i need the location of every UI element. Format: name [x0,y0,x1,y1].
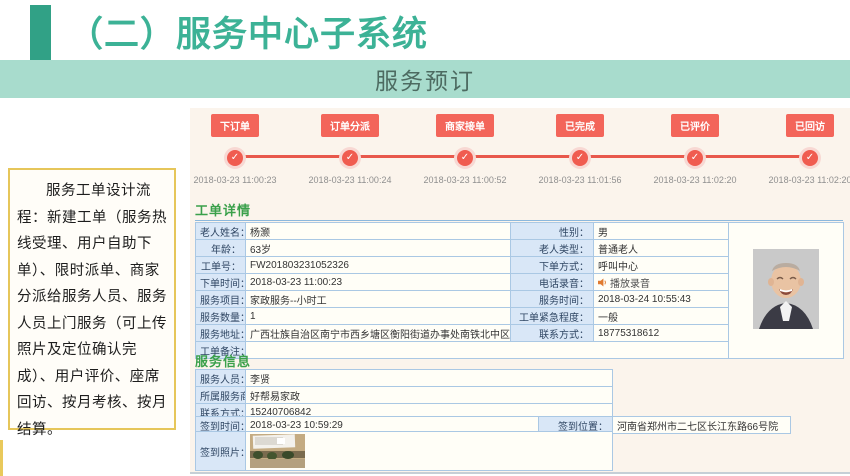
yellow-edge-accent [0,440,3,476]
table-row: 老人姓名： 杨灏 性别： 男 [196,223,844,240]
play-recording-label: 播放录音 [610,275,650,290]
timeline-step-1: 下订单 ✓ 2018-03-23 11:00:23 [180,114,290,185]
check-icon: ✓ [457,150,473,166]
field-value: 1 [246,308,511,325]
speaker-icon [598,278,607,287]
table-row: 所属服务商： 好帮易家政 [196,387,613,404]
check-icon: ✓ [227,150,243,166]
field-value: 63岁 [246,240,511,257]
check-icon: ✓ [802,150,818,166]
process-note-box: 服务工单设计流程：新建工单（服务热线受理、用户自助下单）、限时派单、商家分派给服… [8,168,176,430]
field-value: 好帮易家政 [246,387,613,404]
check-icon: ✓ [572,150,588,166]
field-value: 杨灏 [246,223,511,240]
order-detail-panel: 下订单 ✓ 2018-03-23 11:00:23 订单分派 ✓ 2018-03… [190,108,850,474]
field-value [246,342,729,359]
step-completed-button[interactable]: 已完成 [556,114,604,137]
field-value: 家政服务--小时工 [246,291,511,308]
field-label: 签到照片： [196,432,246,471]
field-label: 老人姓名： [196,223,246,240]
field-label: 工单号： [196,257,246,274]
service-info-section-header: 服务信息 [195,351,251,371]
field-value: 广西壮族自治区南宁市西乡塘区衡阳街道办事处南铁北中区社区居委会 [246,325,511,342]
work-order-table: 老人姓名： 杨灏 性别： 男 [195,222,844,359]
table-row: 服务人员： 李贤 [196,370,613,387]
step-timestamp: 2018-03-23 11:00:24 [309,175,392,185]
field-label: 服务数量： [196,308,246,325]
checkin-photo[interactable] [250,434,305,468]
field-value: 河南省郑州市二七区长江东路66号院 [613,417,791,434]
timeline-step-3: 商家接单 ✓ 2018-03-23 11:00:52 [410,114,520,185]
field-label: 年龄： [196,240,246,257]
checkin-photo-table: 签到照片： [195,431,613,471]
field-label: 老人类型： [511,240,594,257]
check-icon: ✓ [342,150,358,166]
field-value: 呼叫中心 [594,257,729,274]
work-order-section-title: 工单详情 [195,203,251,218]
step-timestamp: 2018-03-23 11:02:20 [654,175,737,185]
field-label: 服务地址： [196,325,246,342]
step-timestamp: 2018-03-23 11:00:23 [194,175,277,185]
title-accent-bar [30,5,51,63]
play-recording-link[interactable]: 播放录音 [598,275,650,290]
banner: 服务预订 [0,60,850,98]
table-row: 签到照片： [196,432,613,471]
order-status-timeline: 下订单 ✓ 2018-03-23 11:00:23 订单分派 ✓ 2018-03… [190,108,850,196]
field-label: 服务项目： [196,291,246,308]
field-value: 李贤 [246,370,613,387]
step-place-order-button[interactable]: 下订单 [211,114,259,137]
step-rated-button[interactable]: 已评价 [671,114,719,137]
banner-title: 服务预订 [375,62,475,96]
step-dispatch-button[interactable]: 订单分派 [321,114,379,137]
check-icon: ✓ [687,150,703,166]
elder-photo-cell [729,223,844,359]
field-label: 服务人员： [196,370,246,387]
field-label: 所属服务商： [196,387,246,404]
field-label: 电话录音： [511,274,594,291]
timeline-step-6: 已回访 ✓ 2018-03-23 11:02:20 [755,114,850,185]
elder-photo [753,249,819,329]
field-value: 一般 [594,308,729,325]
slide: （二）服务中心子系统 服务预订 服务工单设计流程：新建工单（服务热线受理、用户自… [0,0,850,476]
page-title: （二）服务中心子系统 [68,6,428,57]
field-label: 下单时间： [196,274,246,291]
field-value: 男 [594,223,729,240]
field-value: 18775318612 [594,325,729,342]
work-order-section-header: 工单详情 [195,200,843,221]
field-label: 服务时间： [511,291,594,308]
step-merchant-accept-button[interactable]: 商家接单 [436,114,494,137]
field-value: 2018-03-23 11:00:23 [246,274,511,291]
field-value: 普通老人 [594,240,729,257]
field-value: FW201803231052326 [246,257,511,274]
field-label: 联系方式： [511,325,594,342]
service-info-table: 服务人员： 李贤 所属服务商： 好帮易家政 联系方式： 15240706842 [195,369,613,421]
field-value: 2018-03-24 10:55:43 [594,291,729,308]
process-note-text: 服务工单设计流程：新建工单（服务热线受理、用户自助下单）、限时派单、商家分派给服… [17,178,167,443]
timeline-step-2: 订单分派 ✓ 2018-03-23 11:00:24 [295,114,405,185]
step-revisited-button[interactable]: 已回访 [786,114,834,137]
field-label: 性别： [511,223,594,240]
timeline-step-5: 已评价 ✓ 2018-03-23 11:02:20 [640,114,750,185]
step-timestamp: 2018-03-23 11:02:20 [769,175,850,185]
field-label: 下单方式： [511,257,594,274]
step-timestamp: 2018-03-23 11:00:52 [424,175,507,185]
field-label: 工单紧急程度： [511,308,594,325]
step-timestamp: 2018-03-23 11:01:56 [539,175,622,185]
service-info-section-title: 服务信息 [195,354,251,369]
timeline-step-4: 已完成 ✓ 2018-03-23 11:01:56 [525,114,635,185]
